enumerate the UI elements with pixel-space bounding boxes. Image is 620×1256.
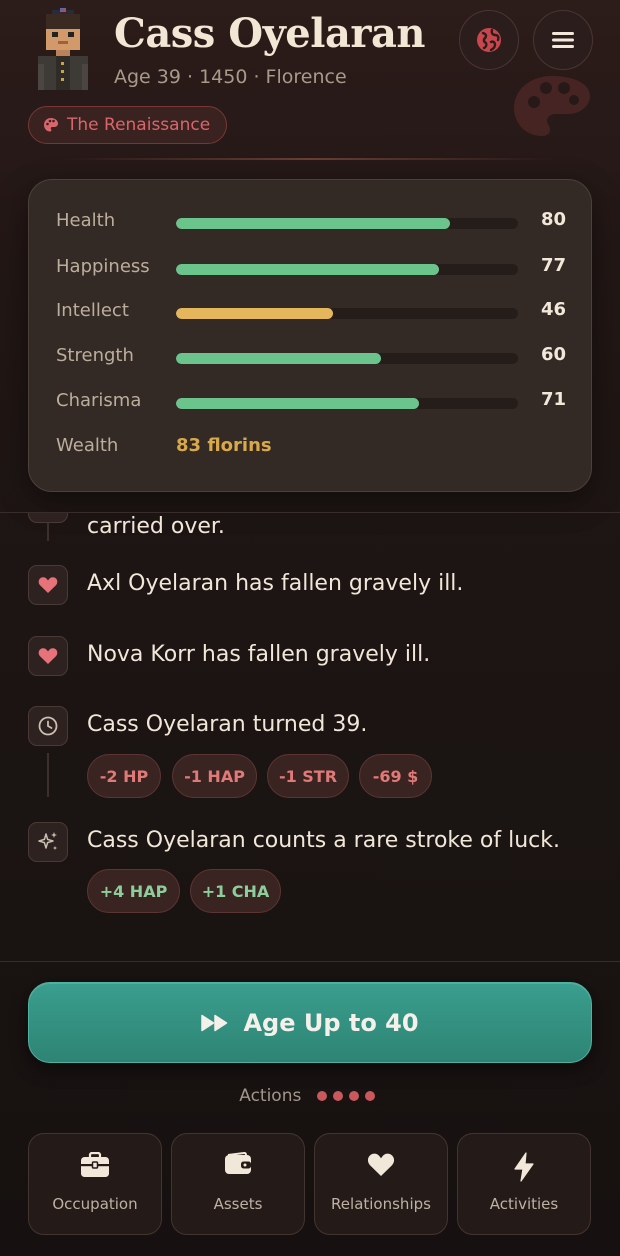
wealth-label: Wealth: [56, 435, 119, 456]
lightning-icon: [514, 1152, 534, 1182]
assets-button[interactable]: Assets: [171, 1133, 305, 1235]
era-badge[interactable]: The Renaissance: [28, 106, 228, 144]
action-label: Relationships: [331, 1195, 431, 1213]
stats-card: Health 80 Happiness 77 Intellect 46 Stre…: [28, 179, 592, 492]
stat-value: 46: [540, 299, 566, 320]
activities-button[interactable]: Activities: [457, 1133, 591, 1235]
briefcase-icon: [81, 1152, 109, 1177]
event-text: Cass Oyelaran counts a rare stroke of lu…: [87, 828, 560, 853]
globe-icon: [477, 28, 501, 52]
stat-bar-track: [176, 264, 518, 275]
event-text: Cass Oyelaran turned 39.: [87, 712, 368, 737]
stat-bar-track: [176, 308, 518, 319]
stat-change-chip: -1 STR: [267, 754, 349, 798]
stat-value: 60: [540, 344, 566, 365]
stat-value: 80: [540, 209, 566, 230]
wallet-icon: [225, 1152, 251, 1174]
age-up-button[interactable]: Age Up to 40: [28, 982, 592, 1063]
clock-icon: [38, 716, 58, 736]
stat-row-wealth: Wealth 83 florins: [29, 433, 593, 463]
actions-header: Actions: [0, 1086, 620, 1106]
stat-bar-track: [176, 218, 518, 229]
occupation-button[interactable]: Occupation: [28, 1133, 162, 1235]
stat-label: Strength: [56, 345, 134, 366]
stat-label: Charisma: [56, 390, 142, 411]
stat-row-health: Health 80: [29, 208, 593, 238]
character-header: Cass Oyelaran Age 39 · 1450 · Florence T…: [0, 0, 620, 165]
palette-icon: [44, 118, 58, 132]
age-up-label: Age Up to 40: [243, 1008, 419, 1037]
event-icon-box: [28, 513, 68, 523]
sparkles-icon: [38, 832, 57, 850]
stat-label: Intellect: [56, 300, 129, 321]
actions-page-dots: [316, 1086, 381, 1106]
relationships-button[interactable]: Relationships: [314, 1133, 448, 1235]
stat-row-strength: Strength 60: [29, 343, 593, 373]
event-text: Nova Korr has fallen gravely ill.: [87, 642, 431, 667]
event-text: carried over.: [87, 514, 225, 539]
menu-button[interactable]: [533, 10, 593, 70]
stat-change-chip: -2 HP: [87, 754, 161, 798]
stat-change-chip: -69 $: [359, 754, 432, 798]
stat-change-chip: +1 CHA: [190, 869, 281, 913]
event-icon-box: [28, 706, 68, 746]
menu-icon: [552, 32, 574, 48]
stat-label: Health: [56, 210, 116, 231]
era-label: The Renaissance: [67, 115, 211, 135]
stat-row-intellect: Intellect 46: [29, 298, 593, 328]
heart-icon: [367, 1153, 395, 1176]
action-label: Occupation: [52, 1195, 138, 1213]
heart-icon: [38, 577, 58, 593]
stat-row-charisma: Charisma 71: [29, 388, 593, 418]
stat-change-chip: +4 HAP: [87, 869, 180, 913]
character-name: Cass Oyelaran: [114, 10, 425, 57]
world-button[interactable]: [459, 10, 519, 70]
stat-bar-track: [176, 398, 518, 409]
stat-value: 77: [540, 255, 566, 276]
page-dot: [316, 1091, 327, 1101]
action-label: Activities: [489, 1195, 559, 1213]
stat-value: 71: [540, 389, 566, 410]
action-label: Assets: [213, 1195, 263, 1213]
heart-icon: [38, 648, 58, 664]
page-dot: [332, 1091, 343, 1101]
event-icon-box: [28, 565, 68, 605]
header-divider: [60, 158, 560, 160]
stat-bar-fill: [176, 308, 334, 319]
bottom-divider: [0, 961, 620, 962]
event-icon-box: [28, 636, 68, 676]
character-avatar[interactable]: [30, 8, 96, 94]
character-subtitle: Age 39 · 1450 · Florence: [114, 66, 347, 88]
actions-label: Actions: [239, 1086, 302, 1106]
event-text: Axl Oyelaran has fallen gravely ill.: [87, 571, 464, 596]
timeline-connector: [47, 753, 49, 797]
stat-change-chip: -1 HAP: [172, 754, 257, 798]
fast-forward-icon: [201, 1014, 228, 1031]
stat-bar-fill: [176, 264, 440, 275]
event-feed[interactable]: carried over. Axl Oyelaran has fallen gr…: [0, 513, 620, 960]
stat-bar-track: [176, 353, 518, 364]
palette-icon: [514, 76, 590, 136]
page-dot: [348, 1091, 359, 1101]
stat-label: Happiness: [56, 256, 150, 277]
stat-bar-fill: [176, 353, 382, 364]
stat-bar-fill: [176, 218, 450, 229]
page-dot: [364, 1091, 375, 1101]
wealth-value: 83 florins: [176, 435, 272, 456]
stat-row-happiness: Happiness 77: [29, 254, 593, 284]
stat-bar-fill: [176, 398, 419, 409]
event-icon-box: [28, 822, 68, 862]
